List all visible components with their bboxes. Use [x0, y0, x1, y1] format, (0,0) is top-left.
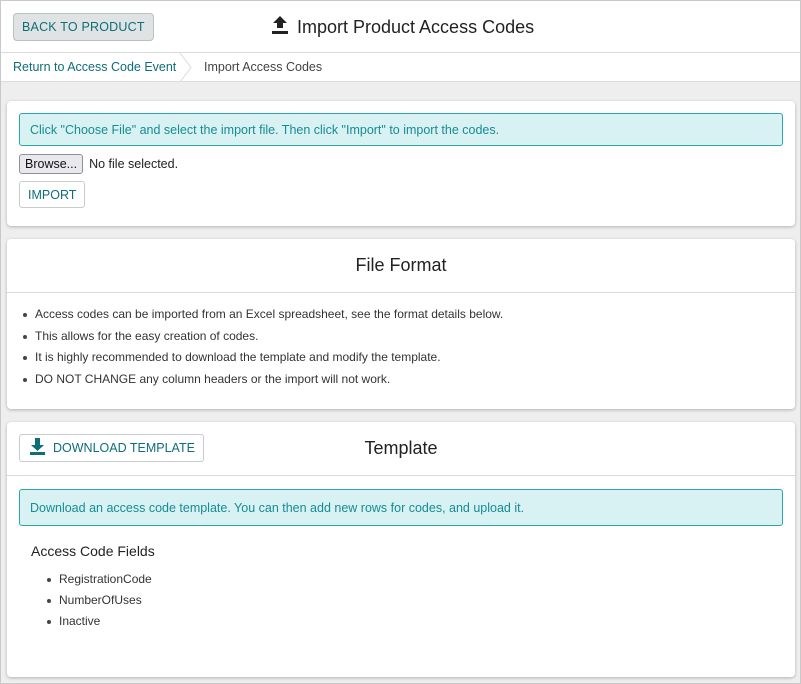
breadcrumb-link-access-code-event[interactable]: Return to Access Code Event — [13, 60, 176, 74]
page-header: BACK TO PRODUCT Import Product Access Co… — [1, 1, 800, 53]
import-card: Click "Choose File" and select the impor… — [7, 101, 795, 226]
import-instructions-alert: Click "Choose File" and select the impor… — [19, 113, 783, 146]
list-item: Inactive — [43, 614, 152, 635]
file-format-list: Access codes can be imported from an Exc… — [19, 307, 503, 393]
divider — [7, 475, 795, 476]
file-format-card: File Format Access codes can be imported… — [7, 239, 795, 409]
breadcrumb-current: Import Access Codes — [204, 60, 323, 74]
file-input[interactable]: Browse... No file selected. — [19, 154, 178, 174]
browse-button[interactable]: Browse... — [19, 154, 84, 174]
list-item: Access codes can be imported from an Exc… — [19, 307, 503, 329]
divider — [7, 292, 795, 293]
list-item: NumberOfUses — [43, 593, 152, 614]
list-item: RegistrationCode — [43, 572, 152, 593]
back-to-product-button[interactable]: BACK TO PRODUCT — [13, 13, 154, 41]
template-card: DOWNLOAD TEMPLATE Template Download an a… — [7, 422, 795, 677]
template-info-alert: Download an access code template. You ca… — [19, 489, 783, 526]
app-window: BACK TO PRODUCT Import Product Access Co… — [0, 0, 801, 684]
page-title: Import Product Access Codes — [297, 16, 535, 37]
page-title-group: Import Product Access Codes — [271, 13, 534, 41]
file-format-title: File Format — [355, 255, 447, 275]
access-code-fields-list: RegistrationCode NumberOfUses Inactive — [43, 572, 152, 635]
access-code-fields-heading: Access Code Fields — [31, 543, 155, 559]
breadcrumb: Return to Access Code Event Import Acces… — [1, 52, 800, 85]
file-status-text: No file selected. — [89, 157, 179, 171]
list-item: It is highly recommended to download the… — [19, 350, 503, 372]
list-item: This allows for the easy creation of cod… — [19, 329, 503, 351]
import-button[interactable]: IMPORT — [19, 181, 86, 208]
breadcrumb-separator-icon — [179, 52, 193, 85]
list-item: DO NOT CHANGE any column headers or the … — [19, 372, 503, 394]
upload-icon — [271, 15, 289, 40]
template-title: Template — [364, 438, 438, 458]
